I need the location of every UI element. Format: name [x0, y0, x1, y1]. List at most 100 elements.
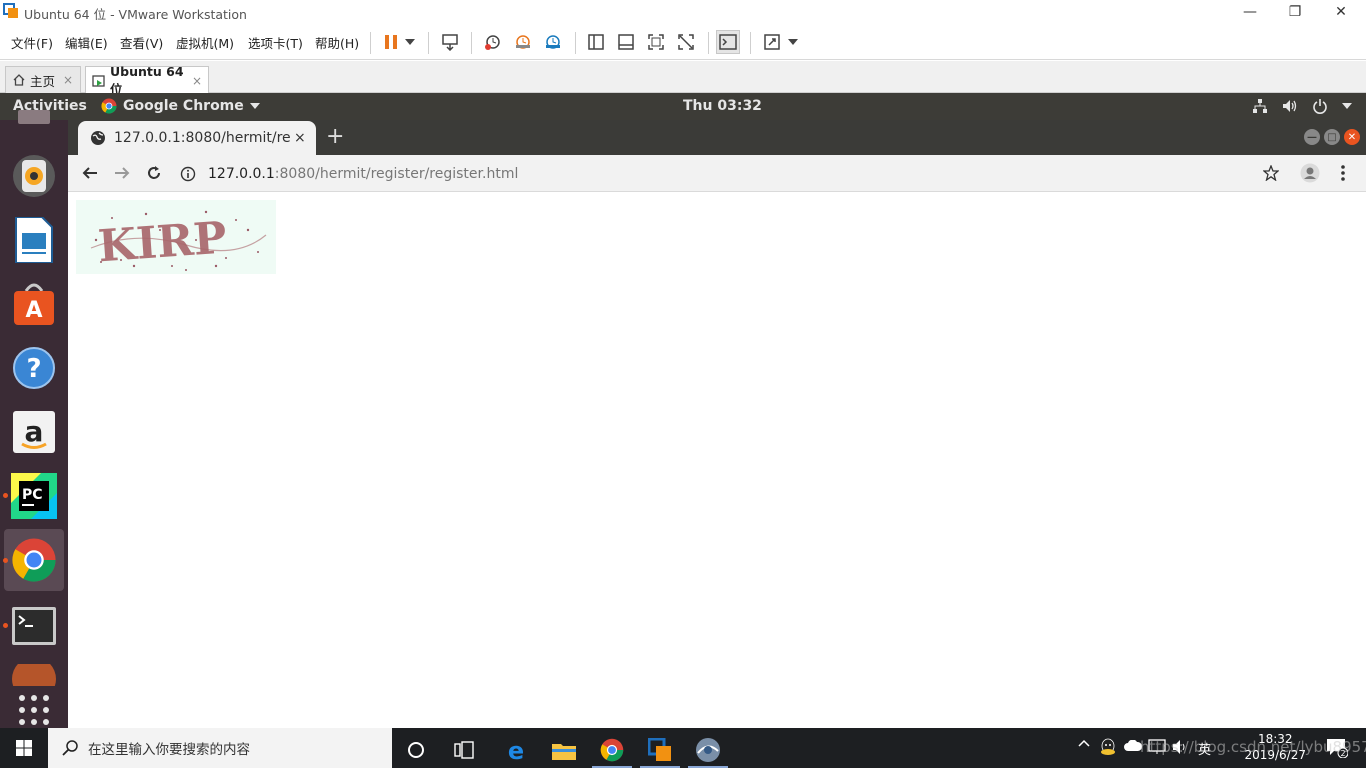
cortana-icon[interactable] [392, 732, 440, 768]
bookmark-star-icon[interactable] [1261, 163, 1281, 183]
console-view-icon[interactable] [614, 30, 638, 54]
close-icon[interactable]: × [294, 130, 306, 146]
revert-snapshot-icon[interactable] [511, 30, 535, 54]
vmware-menu-bar: 文件(F) 编辑(E) 查看(V) 虚拟机(M) 选项卡(T) 帮助(H) [0, 24, 1366, 60]
send-ctrl-alt-del-icon[interactable] [438, 30, 462, 54]
windows-start-icon[interactable] [0, 728, 48, 768]
qq-icon[interactable] [1100, 738, 1116, 756]
profile-avatar-icon[interactable] [1300, 163, 1320, 183]
taskbar-vmware-icon[interactable] [636, 732, 684, 768]
snapshot-icon[interactable] [481, 30, 505, 54]
svg-text:e: e [508, 738, 524, 762]
minimize-button[interactable]: — [1240, 2, 1260, 22]
pycharm-icon[interactable]: PC [10, 472, 58, 520]
libreoffice-writer-icon[interactable] [10, 216, 58, 264]
amazon-icon[interactable]: a [10, 408, 58, 456]
help-icon[interactable]: ? [10, 344, 58, 392]
reload-icon[interactable] [144, 163, 164, 183]
fullscreen-icon[interactable] [644, 30, 668, 54]
maximize-icon[interactable]: □ [1324, 129, 1340, 145]
tab-ubuntu[interactable]: Ubuntu 64 位 × [85, 64, 209, 97]
app-menu-label: Google Chrome [123, 98, 244, 114]
close-icon[interactable]: × [63, 73, 73, 87]
close-window-icon[interactable]: ✕ [1344, 129, 1360, 145]
dock-files-icon[interactable] [10, 106, 58, 134]
ubuntu-clock[interactable]: Thu 03:32 [683, 98, 762, 114]
chevron-down-icon[interactable] [784, 30, 802, 54]
captcha-text: KIRP [97, 213, 229, 273]
chevron-down-icon [249, 103, 260, 109]
minimize-icon[interactable]: — [1304, 129, 1320, 145]
forward-icon[interactable] [112, 163, 132, 183]
tab-home-label: 主页 [30, 73, 56, 89]
console-icon[interactable] [716, 30, 740, 54]
stretch-icon[interactable] [760, 30, 784, 54]
snapshot-manager-icon[interactable] [541, 30, 565, 54]
dock-partial-app-icon[interactable] [10, 664, 58, 686]
tab-title: 127.0.0.1:8080/hermit/register/register.… [114, 130, 290, 146]
chrome-icon [101, 98, 117, 114]
info-icon[interactable] [180, 166, 196, 182]
svg-text:PC: PC [22, 487, 43, 503]
taskbar-search-input[interactable]: 在这里输入你要搜索的内容 [48, 728, 392, 768]
menu-view[interactable]: 查看(V) [120, 33, 163, 52]
search-placeholder: 在这里输入你要搜索的内容 [88, 742, 250, 758]
toolbar-separator [708, 32, 709, 54]
vmware-tab-bar: 主页 × Ubuntu 64 位 × [0, 61, 1366, 97]
rhythmbox-icon[interactable] [10, 152, 58, 200]
tab-home[interactable]: 主页 × [5, 66, 81, 93]
menu-edit[interactable]: 编辑(E) [65, 33, 108, 52]
chrome-tab-strip: 127.0.0.1:8080/hermit/register/register.… [68, 120, 1366, 155]
library-view-icon[interactable] [584, 30, 608, 54]
chevron-down-icon [1342, 103, 1352, 109]
volume-icon [1282, 98, 1298, 114]
edge-icon[interactable]: e [492, 732, 540, 768]
svg-text:?: ? [26, 354, 41, 384]
restore-button[interactable]: ❐ [1285, 2, 1305, 22]
web-page: KIRP [68, 192, 1366, 728]
more-menu-icon[interactable] [1333, 163, 1353, 183]
system-menu[interactable] [1252, 98, 1352, 114]
watermark: https://blog.csdn.net/lybu8957 [1140, 738, 1366, 756]
menu-file[interactable]: 文件(F) [11, 33, 53, 52]
task-view-icon[interactable] [440, 732, 488, 768]
taskbar-chrome-icon[interactable] [588, 732, 636, 768]
show-applications-icon[interactable] [10, 690, 58, 730]
power-icon [1312, 98, 1328, 114]
browser-tab[interactable]: 127.0.0.1:8080/hermit/register/register.… [78, 121, 316, 155]
globe-icon [90, 130, 106, 146]
ubuntu-top-bar: Activities Google Chrome Thu 03:32 [0, 93, 1366, 120]
menu-vm[interactable]: 虚拟机(M) [176, 33, 234, 52]
app-menu[interactable]: Google Chrome [101, 98, 260, 114]
search-icon [62, 740, 78, 756]
close-button[interactable]: ✕ [1331, 2, 1351, 22]
chevron-down-icon[interactable] [400, 30, 420, 54]
file-explorer-icon[interactable] [540, 732, 588, 768]
close-icon[interactable]: × [192, 74, 202, 88]
url-path: :8080/hermit/register/register.html [274, 165, 519, 182]
svg-text:A: A [25, 298, 42, 323]
menu-help[interactable]: 帮助(H) [315, 33, 359, 52]
menu-tabs[interactable]: 选项卡(T) [248, 33, 303, 52]
toolbar-separator [370, 32, 371, 54]
url-host: 127.0.0.1 [208, 165, 275, 182]
taskbar-app-icon[interactable] [684, 732, 732, 768]
vmware-app-icon [3, 3, 19, 19]
address-bar[interactable]: 127.0.0.1:8080/hermit/register/register.… [180, 159, 1240, 188]
home-icon [12, 73, 26, 87]
running-indicator [3, 558, 8, 563]
back-icon[interactable] [80, 163, 100, 183]
toolbar-separator [575, 32, 576, 54]
vmware-title-bar: Ubuntu 64 位 - VMware Workstation — ❐ ✕ [0, 0, 1366, 24]
ubuntu-software-icon[interactable]: A [10, 280, 58, 328]
dock-chrome-active[interactable] [4, 529, 64, 591]
terminal-icon[interactable] [10, 602, 58, 650]
toolbar-separator [471, 32, 472, 54]
window-title: Ubuntu 64 位 - VMware Workstation [24, 7, 247, 22]
unity-mode-icon[interactable] [674, 30, 698, 54]
ubuntu-dock: A ? a PC [0, 110, 68, 730]
new-tab-button[interactable]: + [326, 126, 344, 148]
network-icon [1252, 98, 1268, 114]
chevron-up-icon[interactable] [1078, 739, 1090, 747]
captcha-image[interactable]: KIRP [76, 200, 276, 274]
